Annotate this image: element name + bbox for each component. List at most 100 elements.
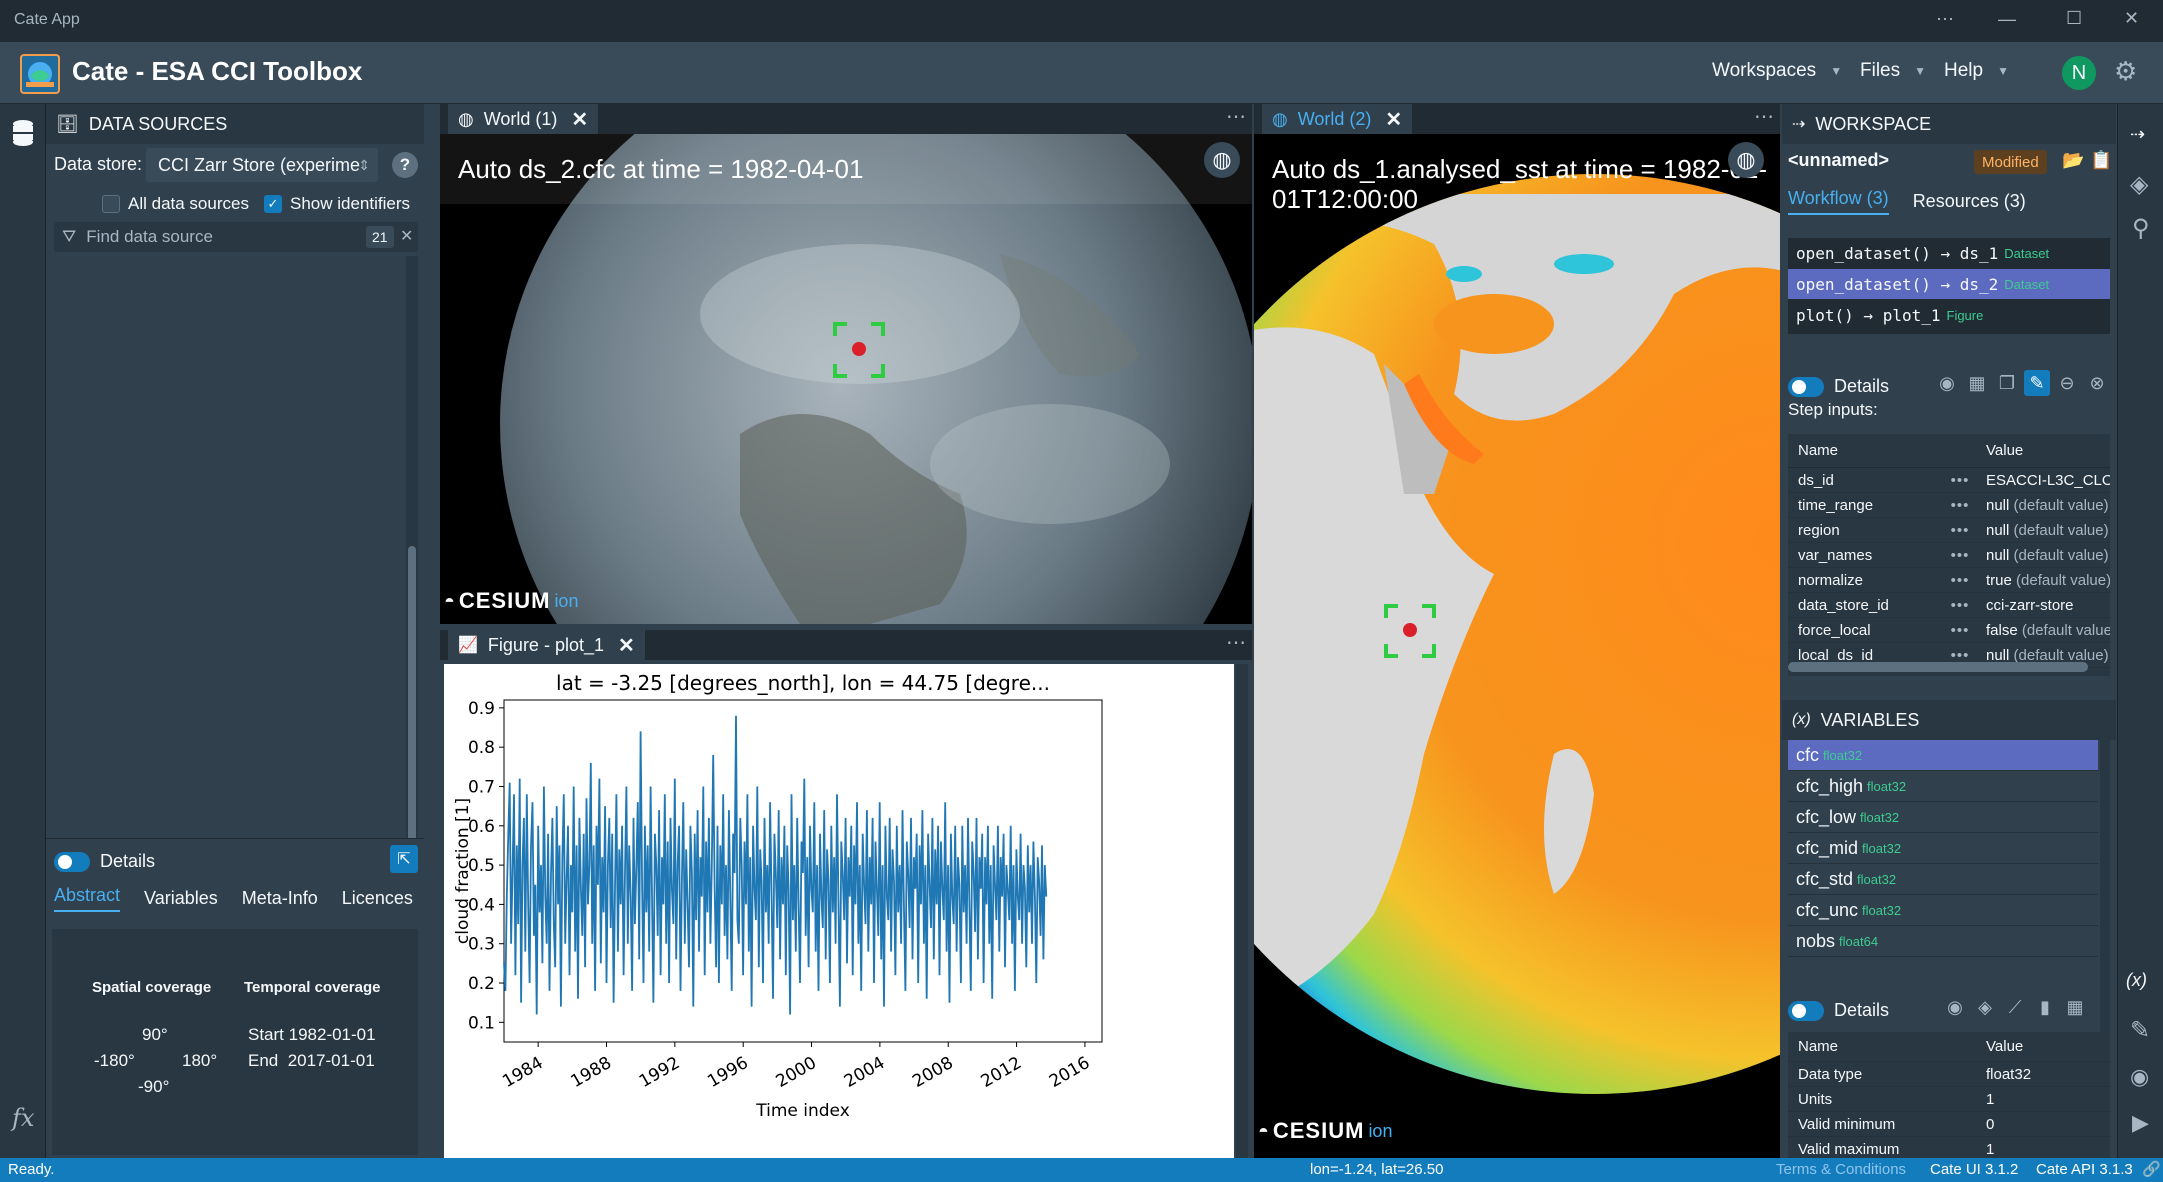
database-icon[interactable] — [10, 118, 36, 148]
more-icon[interactable]: ••• — [1938, 597, 1982, 614]
tab-workflow[interactable]: Workflow (3) — [1788, 188, 1889, 215]
variable-item[interactable]: nobs float64 — [1788, 926, 2098, 957]
view-menu-icon[interactable]: ⋯ — [1226, 630, 1246, 655]
line-chart-icon[interactable]: ⟋ — [2002, 994, 2028, 1020]
bar-chart-icon[interactable]: ▮ — [2032, 994, 2058, 1020]
tab-meta-info[interactable]: Meta-Info — [242, 888, 318, 909]
workflow-step[interactable]: open_dataset() → ds_2 Dataset — [1788, 269, 2110, 300]
close-tab-icon[interactable]: ✕ — [1385, 107, 1402, 132]
variable-details-toggle[interactable]: Details — [1788, 1000, 1889, 1021]
eye-icon[interactable]: ◉ — [1942, 994, 1968, 1020]
input-row[interactable]: force_local ••• false (default value) — [1788, 618, 2110, 643]
input-value: true — [1986, 571, 2012, 589]
list-scrollbar[interactable] — [406, 256, 418, 936]
world1-title: Auto ds_2.cfc at time = 1982-04-01 — [458, 154, 864, 184]
tab-figure-plot1[interactable]: 📈 Figure - plot_1 ✕ — [448, 630, 645, 660]
line-chart[interactable]: lat = -3.25 [degrees_north], lon = 44.75… — [444, 664, 1234, 1158]
tab-licences[interactable]: Licences — [342, 888, 413, 909]
layers-icon[interactable]: ◈ — [1972, 994, 1998, 1020]
delete-icon[interactable]: ⊗ — [2084, 370, 2110, 396]
eye-icon[interactable]: ◉ — [2130, 1064, 2149, 1090]
details-toggle[interactable]: Details — [1788, 376, 1889, 397]
eye-icon[interactable]: ◉ — [1934, 370, 1960, 396]
table-icon[interactable]: ▦ — [2062, 994, 2088, 1020]
variable-item[interactable]: cfc_std float32 — [1788, 864, 2098, 895]
user-avatar[interactable]: N — [2062, 56, 2096, 90]
more-icon[interactable]: ••• — [1938, 647, 1982, 664]
input-note: (default value) — [2013, 521, 2109, 539]
variable-item[interactable]: cfc_high float32 — [1788, 771, 2098, 802]
open-folder-icon[interactable]: 📂 — [2062, 150, 2084, 171]
close-window-icon[interactable]: ✕ — [2124, 8, 2139, 29]
variable-prop-row: Valid minimum 0 — [1788, 1112, 2110, 1137]
input-row[interactable]: var_names ••• null (default value) — [1788, 543, 2110, 568]
tab-resources[interactable]: Resources (3) — [1913, 191, 2026, 212]
menu-workspaces[interactable]: Workspaces ▼ — [1712, 60, 1842, 82]
workflow-step[interactable]: open_dataset() → ds_1 Dataset — [1788, 238, 2110, 269]
input-row[interactable]: time_range ••• null (default value) — [1788, 493, 2110, 518]
details-toggle[interactable]: Details — [54, 851, 155, 872]
variable-item[interactable]: cfc_mid float32 — [1788, 833, 2098, 864]
more-icon[interactable]: ••• — [1938, 622, 1982, 639]
world1-globe-canvas[interactable] — [440, 134, 1252, 624]
variable-item[interactable]: cfc float32 — [1788, 740, 2098, 771]
view-menu-icon[interactable]: ⋯ — [1226, 104, 1246, 129]
workflow-step[interactable]: plot() → plot_1 Figure — [1788, 300, 2110, 331]
variable-item[interactable]: cfc_low float32 — [1788, 802, 2098, 833]
search-data-source-input[interactable]: ⛛ Find data source 21 ✕ — [54, 222, 418, 252]
globe-mode-icon[interactable]: ◍ — [1204, 142, 1240, 178]
maximize-icon[interactable]: ☐ — [2066, 8, 2082, 29]
variables-icon[interactable]: (x) — [2126, 970, 2147, 991]
cesium-text: CESIUM — [458, 588, 551, 613]
clear-search-icon[interactable]: ✕ — [400, 226, 413, 246]
menu-files[interactable]: Files ▼ — [1860, 60, 1926, 82]
step-toolbar: ◉ ▦ ❐ ✎ ⊖ ⊗ — [1934, 370, 2110, 396]
function-icon[interactable]: fx — [12, 1104, 34, 1132]
remove-icon[interactable]: ⊖ — [2054, 370, 2080, 396]
clipboard-icon[interactable]: 📋 — [2090, 150, 2112, 171]
more-icon[interactable]: ••• — [1938, 522, 1982, 539]
tab-world-1[interactable]: ◍ World (1) ✕ — [448, 104, 599, 134]
input-row[interactable]: normalize ••• true (default value) — [1788, 568, 2110, 593]
settings-gear-icon[interactable]: ⚙ — [2114, 56, 2137, 87]
tab-variables[interactable]: Variables — [144, 888, 218, 909]
workspace-icon[interactable]: ⇢ — [2130, 124, 2145, 145]
horizontal-scrollbar[interactable] — [1788, 662, 2088, 672]
view-menu-icon[interactable]: ⋯ — [1754, 104, 1774, 129]
terms-link[interactable]: Terms & Conditions — [1776, 1161, 1906, 1178]
input-row[interactable]: data_store_id ••• cci-zarr-store — [1788, 593, 2110, 618]
scrollbar-thumb[interactable] — [408, 546, 416, 866]
edit-icon[interactable]: ✎ — [2130, 1016, 2150, 1045]
show-identifiers-checkbox[interactable]: ✓ Show identifiers — [264, 194, 410, 214]
layers-icon[interactable]: ◈ — [2130, 170, 2148, 199]
variable-item[interactable]: cfc_unc float32 — [1788, 895, 2098, 926]
globe-mode-icon[interactable]: ◍ — [1728, 142, 1764, 178]
table-icon[interactable]: ▦ — [1964, 370, 1990, 396]
world2-globe-canvas[interactable] — [1254, 134, 1780, 1158]
data-sources-title: DATA SOURCES — [88, 113, 228, 134]
map-marker-icon[interactable]: ⚲ — [2132, 214, 2150, 243]
more-icon[interactable]: ••• — [1938, 472, 1982, 489]
more-icon[interactable]: ••• — [1938, 547, 1982, 564]
window-menu-icon[interactable]: ⋯ — [1936, 9, 1954, 30]
close-tab-icon[interactable]: ✕ — [618, 633, 635, 658]
tab-abstract[interactable]: Abstract — [54, 885, 121, 912]
tab-world-2[interactable]: ◍ World (2) ✕ — [1262, 104, 1413, 134]
open-dataset-icon[interactable]: ⇱ — [390, 845, 418, 873]
figure-scrollbar[interactable] — [1236, 664, 1248, 1158]
input-row[interactable]: region ••• null (default value) — [1788, 518, 2110, 543]
variables-scrollbar[interactable] — [2100, 740, 2110, 1070]
play-icon[interactable]: ▶ — [2132, 1110, 2149, 1136]
data-store-select[interactable]: CCI Zarr Store (experime ⇕ — [146, 148, 378, 182]
link-icon[interactable]: 🔗 — [2142, 1160, 2161, 1178]
input-row[interactable]: ds_id •••ESACCI-L3C_CLOUD — [1788, 468, 2110, 493]
all-data-sources-checkbox[interactable]: All data sources — [102, 194, 249, 214]
clone-icon[interactable]: ❐ — [1994, 370, 2020, 396]
help-icon[interactable]: ? — [392, 152, 418, 178]
menu-help[interactable]: Help ▼ — [1944, 60, 2009, 82]
minimize-icon[interactable]: — — [1998, 9, 2016, 30]
more-icon[interactable]: ••• — [1938, 572, 1982, 589]
close-tab-icon[interactable]: ✕ — [571, 107, 588, 132]
edit-icon[interactable]: ✎ — [2024, 370, 2050, 396]
more-icon[interactable]: ••• — [1938, 497, 1982, 514]
